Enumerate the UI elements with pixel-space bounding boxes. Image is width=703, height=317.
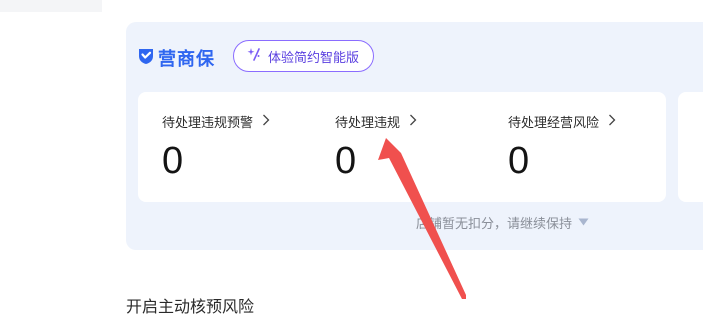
metric-pending-business-risks[interactable]: 待处理经营风险 0 bbox=[508, 112, 616, 183]
chevron-right-icon bbox=[608, 114, 616, 130]
chevron-right-icon bbox=[409, 114, 417, 130]
shield-logo-icon bbox=[136, 46, 156, 70]
metric-label: 待处理违规 bbox=[335, 116, 401, 131]
metric-label: 待处理经营风险 bbox=[508, 116, 600, 131]
metric-pending-violation-warnings[interactable]: 待处理违规预警 0 bbox=[162, 112, 270, 183]
try-smart-version-button[interactable]: 体验简约智能版 bbox=[233, 40, 375, 72]
store-protection-panel: 营商保 体验简约智能版 待处理违规预警 0 待处理违规 0 待处理经营风险 0 … bbox=[126, 22, 703, 250]
brand-logo: 营商保 bbox=[136, 46, 215, 70]
metrics-card: 待处理违规预警 0 待处理违规 0 待处理经营风险 0 bbox=[138, 92, 666, 202]
metric-label: 待处理违规预警 bbox=[162, 116, 254, 131]
metric-pending-violations[interactable]: 待处理违规 0 bbox=[335, 112, 417, 183]
try-smart-version-label: 体验简约智能版 bbox=[268, 50, 360, 66]
next-section-title: 开启主动核预风险 bbox=[126, 297, 255, 316]
caret-down-icon bbox=[578, 215, 589, 230]
metric-value: 0 bbox=[335, 140, 357, 182]
chevron-right-icon bbox=[262, 114, 270, 130]
left-sidebar-edge bbox=[0, 0, 102, 12]
sparkle-icon bbox=[246, 46, 262, 66]
metrics-card-secondary bbox=[678, 92, 703, 202]
deduction-status[interactable]: 店铺暂无扣分，请继续保持 bbox=[416, 213, 589, 232]
metric-value: 0 bbox=[508, 140, 530, 182]
deduction-status-text: 店铺暂无扣分，请继续保持 bbox=[416, 217, 573, 232]
brand-name: 营商保 bbox=[158, 49, 215, 70]
metric-value: 0 bbox=[162, 140, 184, 182]
